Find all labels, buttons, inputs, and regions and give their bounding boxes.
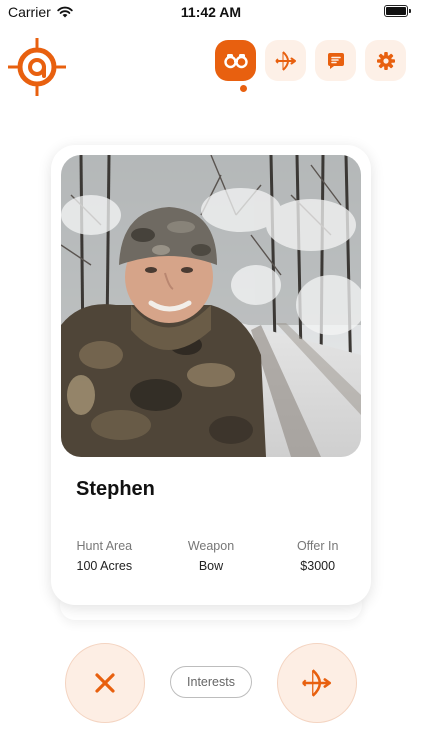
- stat-value: 100 Acres: [76, 559, 133, 573]
- stat-weapon: Weapon Bow: [158, 539, 265, 573]
- like-button[interactable]: [277, 643, 357, 723]
- chat-icon: [327, 52, 344, 69]
- status-bar: Carrier 11:42 AM: [0, 0, 422, 24]
- stat-label: Weapon: [187, 539, 235, 553]
- interests-button[interactable]: Interests: [170, 666, 252, 698]
- nav-hunts-button[interactable]: [265, 40, 306, 81]
- binoculars-icon: [223, 53, 248, 68]
- battery-icon: [384, 5, 411, 17]
- clock: 11:42 AM: [180, 4, 242, 20]
- stat-hunt-area: Hunt Area 100 Acres: [51, 539, 158, 573]
- crosshair-target-logo-icon[interactable]: [8, 38, 66, 96]
- close-icon: [95, 673, 115, 693]
- nav-discover-button[interactable]: [215, 40, 256, 81]
- stat-value: $3000: [300, 559, 336, 573]
- top-nav: [215, 40, 406, 81]
- profile-name: Stephen: [76, 478, 155, 500]
- stat-label: Offer In: [296, 539, 339, 553]
- bow-arrow-icon: [274, 50, 296, 71]
- stat-offer: Offer In $3000: [264, 539, 371, 573]
- gear-icon: [376, 51, 395, 70]
- dislike-button[interactable]: [65, 643, 145, 723]
- stat-label: Hunt Area: [76, 539, 133, 553]
- profile-stats: Hunt Area 100 Acres Weapon Bow Offer In …: [51, 539, 371, 573]
- profile-photo: [61, 155, 361, 457]
- bow-arrow-icon: [302, 669, 332, 697]
- nav-settings-button[interactable]: [365, 40, 406, 81]
- profile-card[interactable]: Stephen Hunt Area 100 Acres Weapon Bow O…: [51, 145, 371, 605]
- nav-messages-button[interactable]: [315, 40, 356, 81]
- active-tab-indicator: [240, 85, 247, 92]
- stat-value: Bow: [198, 559, 224, 573]
